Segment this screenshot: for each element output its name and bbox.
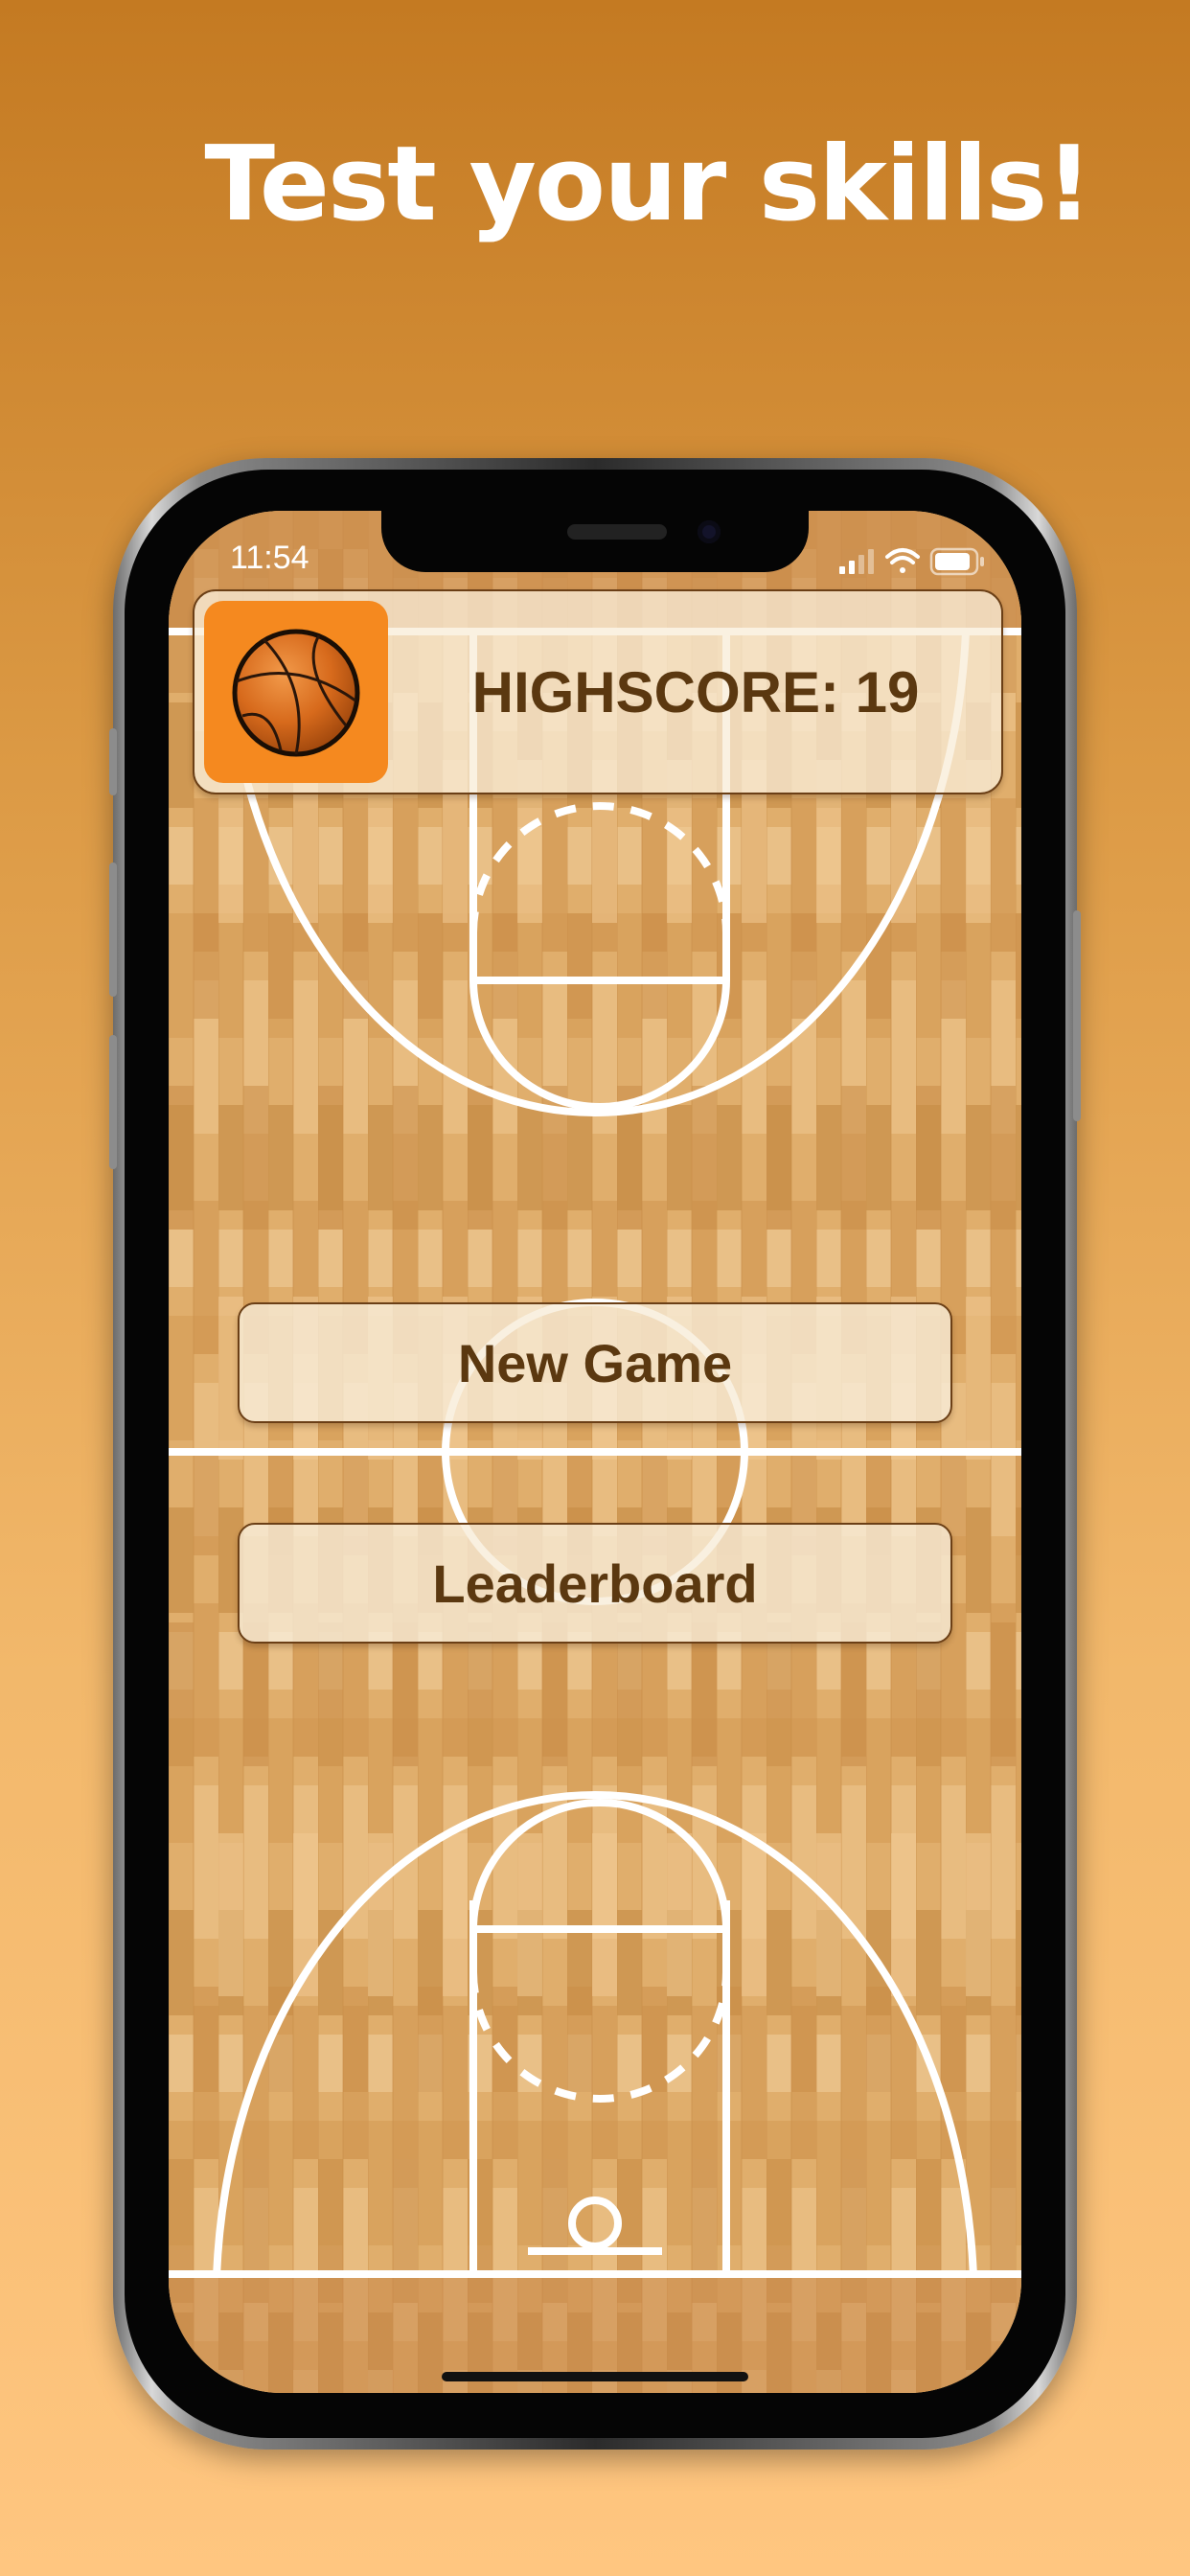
battery-icon: [929, 547, 984, 576]
leaderboard-button[interactable]: Leaderboard: [238, 1523, 952, 1644]
status-icons: [839, 547, 984, 576]
highscore-panel: HIGHSCORE: 19: [193, 589, 1003, 794]
volume-down-button: [109, 1035, 117, 1169]
wifi-icon: [885, 548, 920, 573]
speaker-grille: [567, 524, 667, 540]
home-indicator[interactable]: [442, 2372, 748, 2381]
status-time: 11:54: [230, 540, 309, 576]
basketball-icon: [232, 629, 360, 757]
power-button: [1073, 910, 1081, 1121]
basketball-tile: [204, 601, 388, 783]
volume-up-button: [109, 862, 117, 997]
highscore-label: HIGHSCORE: 19: [471, 659, 920, 724]
front-camera: [698, 520, 721, 543]
mute-switch: [109, 728, 117, 795]
device-notch: [381, 511, 809, 572]
promo-headline: Test your skills!: [204, 125, 1092, 244]
app-screen: 11:54 HIGHSCORE: 19 New Game Leaderboard: [169, 511, 1021, 2393]
new-game-button[interactable]: New Game: [238, 1302, 952, 1423]
signal-icon: [839, 549, 874, 574]
